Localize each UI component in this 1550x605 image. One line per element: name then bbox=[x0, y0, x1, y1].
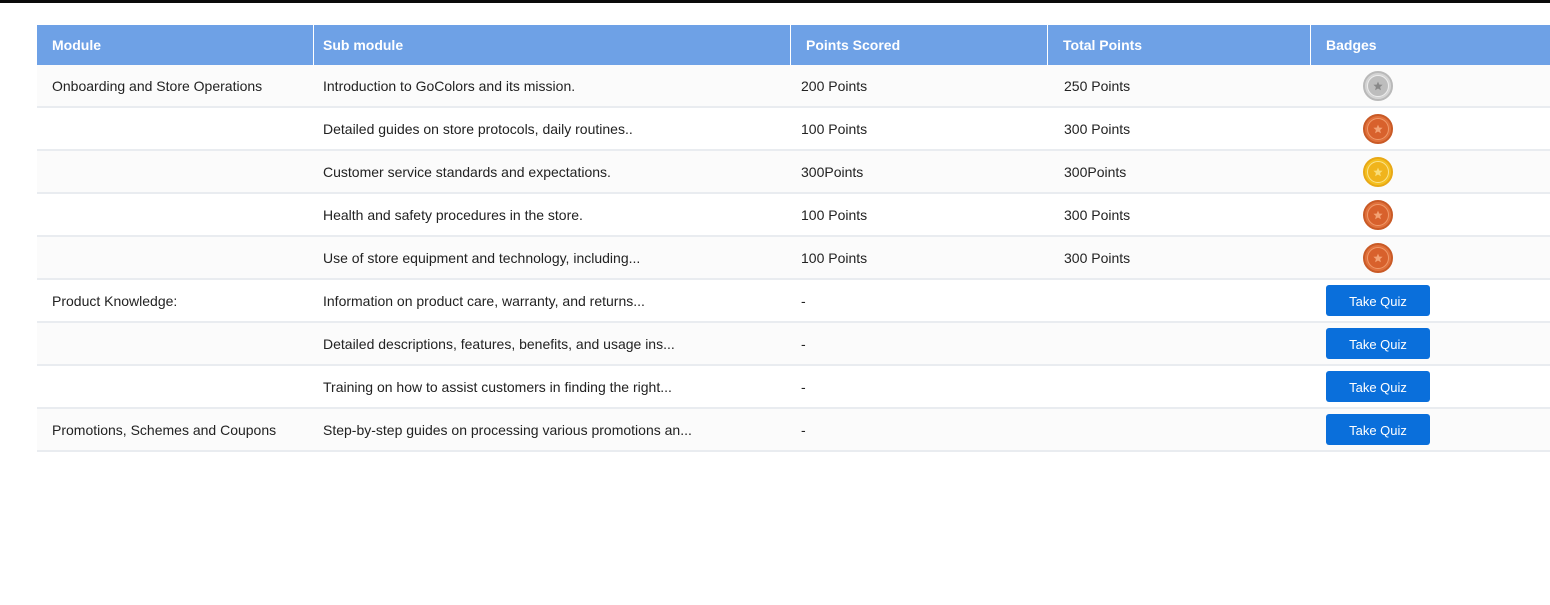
table-body: Onboarding and Store Operations Introduct… bbox=[37, 65, 1550, 452]
bronze-medal-icon bbox=[1363, 113, 1393, 144]
cell-total-points bbox=[1048, 409, 1311, 452]
cell-total-points bbox=[1048, 280, 1311, 323]
table-row: Customer service standards and expectati… bbox=[37, 151, 1550, 194]
table-row: Training on how to assist customers in f… bbox=[37, 366, 1550, 409]
cell-module bbox=[37, 366, 314, 409]
cell-module bbox=[37, 108, 314, 151]
header-row: Module Sub module Points Scored Total Po… bbox=[37, 25, 1550, 65]
cell-sub-module: Step-by-step guides on processing variou… bbox=[314, 409, 791, 452]
table-row: Product Knowledge: Information on product… bbox=[37, 280, 1550, 323]
cell-sub-module: Detailed guides on store protocols, dail… bbox=[314, 108, 791, 151]
table-row: Health and safety procedures in the stor… bbox=[37, 194, 1550, 237]
cell-badges: Take Quiz bbox=[1311, 323, 1550, 366]
table-row: Use of store equipment and technology, i… bbox=[37, 237, 1550, 280]
cell-sub-module: Introduction to GoColors and its mission… bbox=[314, 65, 791, 108]
table-row: Detailed descriptions, features, benefit… bbox=[37, 323, 1550, 366]
modules-table-container: Module Sub module Points Scored Total Po… bbox=[37, 25, 1550, 452]
top-bar bbox=[0, 0, 1550, 3]
table-row: Onboarding and Store Operations Introduct… bbox=[37, 65, 1550, 108]
take-quiz-button[interactable]: Take Quiz bbox=[1326, 328, 1430, 359]
header-badges: Badges bbox=[1311, 25, 1550, 65]
bronze-medal-icon bbox=[1363, 199, 1393, 230]
cell-module: Promotions, Schemes and Coupons bbox=[37, 409, 314, 452]
cell-sub-module: Customer service standards and expectati… bbox=[314, 151, 791, 194]
cell-module bbox=[37, 237, 314, 280]
cell-points-scored: 200 Points bbox=[791, 65, 1048, 108]
cell-sub-module: Use of store equipment and technology, i… bbox=[314, 237, 791, 280]
star-icon bbox=[1367, 246, 1389, 269]
take-quiz-button[interactable]: Take Quiz bbox=[1326, 371, 1430, 402]
cell-points-scored: 100 Points bbox=[791, 237, 1048, 280]
cell-total-points: 300 Points bbox=[1048, 237, 1311, 280]
gold-medal-icon bbox=[1363, 156, 1393, 187]
cell-sub-module: Detailed descriptions, features, benefit… bbox=[314, 323, 791, 366]
cell-sub-module: Health and safety procedures in the stor… bbox=[314, 194, 791, 237]
cell-badges bbox=[1311, 151, 1550, 194]
cell-points-scored: - bbox=[791, 366, 1048, 409]
cell-module bbox=[37, 194, 314, 237]
cell-total-points bbox=[1048, 323, 1311, 366]
cell-module: Product Knowledge: bbox=[37, 280, 314, 323]
table-header: Module Sub module Points Scored Total Po… bbox=[37, 25, 1550, 65]
cell-points-scored: - bbox=[791, 323, 1048, 366]
modules-table: Module Sub module Points Scored Total Po… bbox=[37, 25, 1550, 452]
cell-points-scored: 100 Points bbox=[791, 194, 1048, 237]
cell-badges bbox=[1311, 237, 1550, 280]
star-icon bbox=[1367, 203, 1389, 226]
take-quiz-button[interactable]: Take Quiz bbox=[1326, 414, 1430, 445]
cell-total-points: 300 Points bbox=[1048, 108, 1311, 151]
star-icon bbox=[1367, 160, 1389, 183]
cell-module: Onboarding and Store Operations bbox=[37, 65, 314, 108]
cell-points-scored: 300Points bbox=[791, 151, 1048, 194]
cell-sub-module: Information on product care, warranty, a… bbox=[314, 280, 791, 323]
cell-sub-module: Training on how to assist customers in f… bbox=[314, 366, 791, 409]
header-module: Module bbox=[37, 25, 314, 65]
cell-module bbox=[37, 323, 314, 366]
cell-total-points: 300 Points bbox=[1048, 194, 1311, 237]
cell-points-scored: - bbox=[791, 280, 1048, 323]
cell-badges bbox=[1311, 65, 1550, 108]
cell-badges bbox=[1311, 108, 1550, 151]
bronze-medal-icon bbox=[1363, 242, 1393, 273]
header-points-scored: Points Scored bbox=[791, 25, 1048, 65]
cell-badges: Take Quiz bbox=[1311, 280, 1550, 323]
star-icon bbox=[1367, 117, 1389, 140]
cell-total-points bbox=[1048, 366, 1311, 409]
silver-medal-icon bbox=[1363, 70, 1393, 101]
cell-points-scored: - bbox=[791, 409, 1048, 452]
cell-badges: Take Quiz bbox=[1311, 409, 1550, 452]
header-total-points: Total Points bbox=[1048, 25, 1311, 65]
cell-module bbox=[37, 151, 314, 194]
take-quiz-button[interactable]: Take Quiz bbox=[1326, 285, 1430, 316]
cell-total-points: 300Points bbox=[1048, 151, 1311, 194]
cell-points-scored: 100 Points bbox=[791, 108, 1048, 151]
table-row: Detailed guides on store protocols, dail… bbox=[37, 108, 1550, 151]
table-row: Promotions, Schemes and Coupons Step-by-s… bbox=[37, 409, 1550, 452]
cell-badges bbox=[1311, 194, 1550, 237]
star-icon bbox=[1367, 74, 1389, 97]
header-sub-module: Sub module bbox=[314, 25, 791, 65]
cell-total-points: 250 Points bbox=[1048, 65, 1311, 108]
cell-badges: Take Quiz bbox=[1311, 366, 1550, 409]
